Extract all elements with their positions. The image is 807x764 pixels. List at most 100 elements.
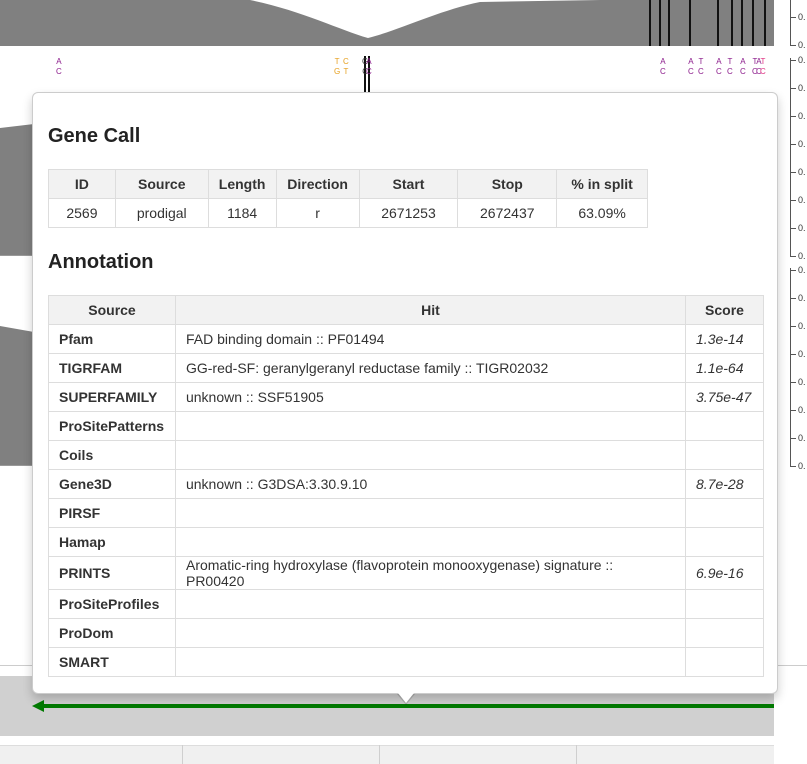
annotation-hit bbox=[174, 440, 687, 470]
panel-separator bbox=[182, 745, 183, 764]
annotation-row: SMART bbox=[48, 647, 764, 677]
annotation-row: PIRSF bbox=[48, 498, 764, 528]
snv-line bbox=[659, 0, 661, 46]
annotation-score: 3.75e-47 bbox=[685, 382, 764, 412]
snv-line bbox=[689, 0, 691, 46]
gene-call-header-id: ID bbox=[48, 169, 116, 199]
annotation-source: SMART bbox=[48, 647, 176, 677]
snv-line bbox=[717, 0, 719, 46]
y-axis-label: 0. bbox=[798, 461, 806, 471]
snv-line bbox=[741, 0, 743, 46]
y-axis-label: 0. bbox=[798, 405, 806, 415]
y-axis-tick bbox=[790, 228, 796, 229]
gene-call-length: 1184 bbox=[207, 198, 277, 228]
annotation-header-score: Score bbox=[685, 295, 764, 325]
coverage-plot-sample-2 bbox=[0, 124, 34, 256]
coverage-area-sample-3 bbox=[0, 326, 34, 466]
snv-bottom-base: C bbox=[688, 67, 694, 76]
annotation-source: Hamap bbox=[48, 527, 176, 557]
snv-top-base: A bbox=[56, 57, 62, 66]
y-axis-line bbox=[790, 0, 791, 46]
y-axis-tick bbox=[790, 298, 796, 299]
gene-call-id: 2569 bbox=[48, 198, 116, 228]
snv-label: CT bbox=[343, 57, 349, 77]
gene-arrow-head[interactable] bbox=[32, 700, 44, 712]
plot-divider bbox=[0, 255, 34, 256]
snv-bottom-base: C bbox=[56, 67, 62, 76]
gene-call-row: 2569 prodigal 1184 r 2671253 2672437 63.… bbox=[48, 198, 648, 228]
gene-call-title: Gene Call bbox=[48, 125, 141, 147]
annotation-score: 1.1e-64 bbox=[685, 353, 764, 383]
annotation-hit: unknown :: SSF51905 bbox=[174, 382, 687, 412]
panel-separator bbox=[576, 745, 577, 764]
gene-call-direction: r bbox=[275, 198, 360, 228]
gene-call-percent: 63.09% bbox=[556, 198, 648, 228]
annotation-hit bbox=[174, 618, 687, 648]
y-axis-label: 0. bbox=[798, 265, 806, 275]
snv-bottom-base: C bbox=[660, 67, 666, 76]
y-axis-tick bbox=[790, 270, 796, 271]
gene-call-popover: Gene Call ID Source Length Direction Sta… bbox=[32, 92, 778, 694]
y-axis-label: 0. bbox=[798, 139, 806, 149]
gene-call-header-length: Length bbox=[207, 169, 277, 199]
snv-top-base: A bbox=[716, 57, 722, 66]
plot-divider bbox=[0, 465, 34, 466]
snv-label: TC bbox=[760, 57, 766, 77]
snv-top-base: T bbox=[727, 57, 733, 66]
annotation-hit: Aromatic-ring hydroxylase (flavoprotein … bbox=[174, 556, 687, 590]
annotation-hit bbox=[174, 527, 687, 557]
annotation-score bbox=[685, 498, 764, 528]
annotation-source: ProSiteProfiles bbox=[48, 589, 176, 619]
annotation-source: Coils bbox=[48, 440, 176, 470]
y-axis-label: 0. bbox=[798, 321, 806, 331]
annotation-score: 1.3e-14 bbox=[685, 324, 764, 354]
annotation-header-source: Source bbox=[48, 295, 176, 325]
annotation-row: Gene3D unknown :: G3DSA:3.30.9.10 8.7e-28 bbox=[48, 469, 764, 499]
annotation-score bbox=[685, 589, 764, 619]
annotation-hit: unknown :: G3DSA:3.30.9.10 bbox=[174, 469, 687, 499]
annotation-title: Annotation bbox=[48, 251, 154, 273]
annotation-source: SUPERFAMILY bbox=[48, 382, 176, 412]
snv-bottom-base: C bbox=[760, 67, 766, 76]
gene-call-header-stop: Stop bbox=[457, 169, 558, 199]
panel-separator bbox=[379, 745, 380, 764]
y-axis-tick bbox=[790, 172, 796, 173]
y-axis-tick bbox=[790, 60, 796, 61]
snv-line bbox=[649, 0, 651, 46]
snv-bottom-base: C bbox=[727, 67, 733, 76]
y-axis-tick bbox=[790, 256, 796, 257]
y-axis-tick bbox=[790, 88, 796, 89]
snv-label: AC bbox=[740, 57, 746, 77]
annotation-score: 8.7e-28 bbox=[685, 469, 764, 499]
annotation-source: TIGRFAM bbox=[48, 353, 176, 383]
snv-top-base: T bbox=[334, 57, 340, 66]
y-axis-tick bbox=[790, 438, 796, 439]
y-axis-label: 0. bbox=[798, 195, 806, 205]
y-axis-tick bbox=[790, 354, 796, 355]
snv-top-base: T bbox=[698, 57, 704, 66]
snv-bottom-base: G bbox=[334, 67, 341, 76]
gene-call-table: ID Source Length Direction Start Stop % … bbox=[48, 169, 648, 228]
y-axis-tick bbox=[790, 382, 796, 383]
inspection-view: ACTGCTGCACACACTCACTCACTCACTC 0. 0. 0. 0. 0. 0… bbox=[0, 0, 807, 764]
gene-call-source: prodigal bbox=[114, 198, 209, 228]
annotation-row: Coils bbox=[48, 440, 764, 470]
annotation-row: SUPERFAMILY unknown :: SSF51905 3.75e-47 bbox=[48, 382, 764, 412]
snv-bottom-base: C bbox=[740, 67, 746, 76]
y-axis-label: 0. bbox=[798, 293, 806, 303]
annotation-row: TIGRFAM GG-red-SF: geranylgeranyl reducta… bbox=[48, 353, 764, 383]
gene-call-start: 2671253 bbox=[358, 198, 459, 228]
annotation-hit bbox=[174, 647, 687, 677]
annotation-score: 6.9e-16 bbox=[685, 556, 764, 590]
annotation-hit bbox=[174, 411, 687, 441]
gene-call-header-start: Start bbox=[358, 169, 459, 199]
snv-label: TC bbox=[698, 57, 704, 77]
annotation-row: PRINTS Aromatic-ring hydroxylase (flavopr… bbox=[48, 556, 764, 590]
coverage-area-top bbox=[0, 0, 774, 46]
gene-call-header-row: ID Source Length Direction Start Stop % … bbox=[48, 169, 648, 199]
coverage-plot-top bbox=[0, 0, 774, 46]
snv-top-base: A bbox=[740, 57, 746, 66]
snv-label: TG bbox=[334, 57, 340, 77]
y-axis-label: 0. bbox=[798, 167, 806, 177]
annotation-source: Gene3D bbox=[48, 469, 176, 499]
